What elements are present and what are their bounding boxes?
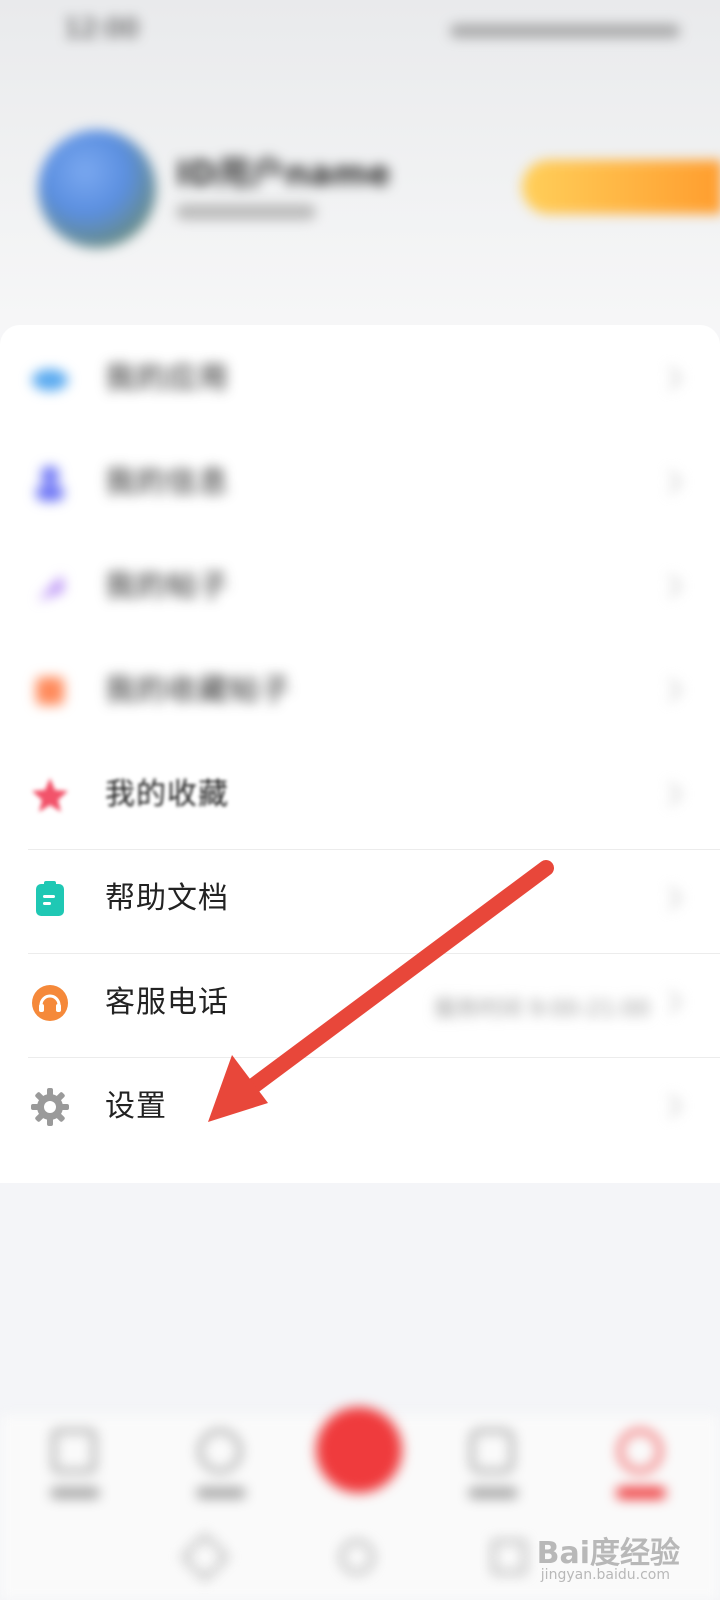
menu-item-label: 设置: [105, 1089, 167, 1124]
home-icon[interactable]: [52, 1429, 96, 1473]
menu-list: 我的应用 我的信息 我的帖子 我的收藏帖子 我的收藏 帮助文档 客服电话 服务时…: [0, 325, 720, 1183]
watermark-logo: Bai度经验: [536, 1536, 680, 1571]
chevron-right-icon: [668, 989, 683, 1015]
tab-label: [196, 1487, 246, 1499]
bookmark-icon: [30, 671, 70, 711]
menu-item-label: 我的信息: [105, 465, 229, 500]
vip-button[interactable]: [522, 160, 720, 214]
feather-icon: [30, 567, 70, 607]
watermark-url: jingyan.baidu.com: [540, 1567, 670, 1583]
menu-item-label: 客服电话: [105, 985, 229, 1020]
menu-item-label: 我的应用: [105, 361, 229, 396]
star-icon: [30, 775, 70, 815]
profile-header: 12:00 ID用户name: [0, 0, 720, 350]
person-icon: [30, 463, 70, 503]
menu-item-saved-posts[interactable]: 我的收藏帖子: [0, 639, 720, 743]
menu-item-help-docs[interactable]: 帮助文档: [0, 847, 720, 951]
service-hours: 服务时间 9:00-21:00: [434, 997, 650, 1022]
menu-item-label: 我的收藏帖子: [105, 673, 291, 708]
chevron-right-icon: [668, 1093, 683, 1119]
status-bar: 12:00: [0, 10, 720, 50]
chevron-right-icon: [668, 781, 683, 807]
message-icon[interactable]: [470, 1429, 514, 1473]
menu-item-settings[interactable]: 设置: [0, 1055, 720, 1159]
menu-item-label: 我的帖子: [105, 569, 229, 604]
menu-item-favorites[interactable]: 我的收藏: [0, 743, 720, 847]
status-time: 12:00: [64, 14, 139, 44]
home-circle-icon[interactable]: [340, 1540, 374, 1574]
discover-icon[interactable]: [198, 1429, 242, 1473]
menu-item-my-info[interactable]: 我的信息: [0, 431, 720, 535]
menu-item-label: 帮助文档: [105, 881, 229, 916]
headset-icon: [30, 983, 70, 1023]
menu-item-my-posts[interactable]: 我的帖子: [0, 535, 720, 639]
menu-item-customer-service[interactable]: 客服电话 服务时间 9:00-21:00: [0, 951, 720, 1055]
profile-tab-icon[interactable]: [618, 1429, 662, 1473]
avatar[interactable]: [38, 130, 156, 248]
tab-label: [468, 1487, 518, 1499]
gear-icon: [30, 1087, 70, 1127]
chevron-right-icon: [668, 573, 683, 599]
menu-item-my-apps[interactable]: 我的应用: [0, 327, 720, 431]
status-icons: [450, 24, 680, 38]
username[interactable]: ID用户name: [176, 146, 391, 195]
chevron-right-icon: [668, 677, 683, 703]
recents-icon[interactable]: [492, 1540, 526, 1574]
chevron-right-icon: [668, 365, 683, 391]
menu-item-label: 我的收藏: [105, 777, 229, 812]
publish-button[interactable]: [316, 1407, 402, 1493]
tab-label: [50, 1487, 100, 1499]
user-subtitle: [176, 204, 316, 220]
chevron-right-icon: [668, 885, 683, 911]
cloud-icon: [30, 359, 70, 399]
tab-label: [616, 1487, 666, 1499]
document-icon: [30, 879, 70, 919]
chevron-right-icon: [668, 469, 683, 495]
